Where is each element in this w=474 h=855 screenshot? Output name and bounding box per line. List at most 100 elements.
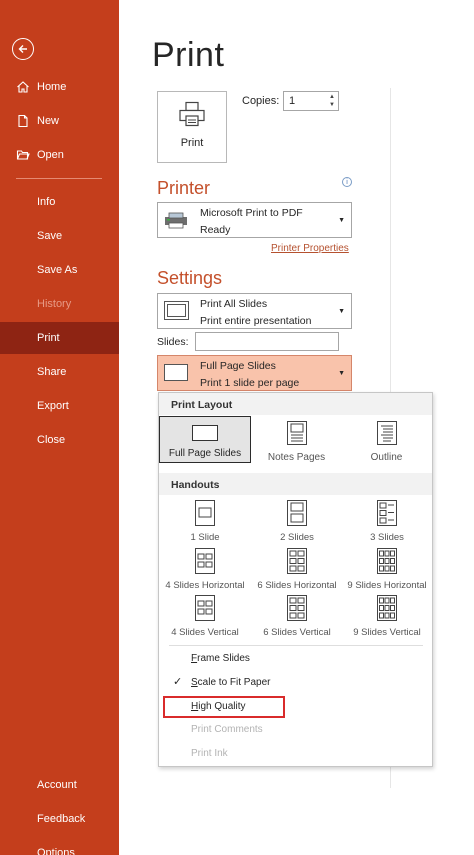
layout-label: Outline [370,452,403,463]
outline-icon [376,421,397,448]
print-layout-label: Full Page Slides [200,360,276,372]
four-slides-horizontal-icon [195,548,215,577]
all-slides-icon [164,301,190,324]
spin-down-icon[interactable]: ▼ [329,102,335,108]
print-layout-heading: Print Layout [171,399,233,411]
sidebar-item-options[interactable]: Options [0,838,119,855]
printer-name: Microsoft Print to PDF [200,207,303,219]
sidebar-item-history: History [0,289,119,319]
sidebar-item-label: Close [37,434,66,446]
handout-label: 9 Slides Horizontal [347,580,427,591]
handout-label: 6 Slides Vertical [263,627,331,638]
sidebar-divider [16,178,102,179]
sidebar-item-label: Info [37,196,56,208]
handout-4-slides-vertical[interactable]: 4 Slides Vertical [159,595,251,638]
printer-icon [178,101,206,132]
handout-1-slide[interactable]: 1 Slide [159,500,251,543]
sidebar-item-label: New [37,115,60,127]
back-arrow-icon[interactable] [12,38,34,60]
option-label: rame Slides [197,653,250,664]
full-page-slide-icon [164,364,188,385]
settings-heading: Settings [157,268,223,288]
slides-input[interactable] [195,332,339,351]
sidebar-item-save-as[interactable]: Save As [0,255,119,285]
handout-9-slides-horizontal[interactable]: 9 Slides Horizontal [343,548,431,591]
sidebar-item-export[interactable]: Export [0,391,119,421]
copies-spinner[interactable]: ▲ ▼ [328,93,336,109]
new-document-icon [16,114,36,128]
printer-info-icon[interactable]: i [342,177,352,187]
print-ink-option: Print Ink [191,748,228,759]
nine-slides-horizontal-icon [377,548,397,577]
dropdown-arrow-icon: ▼ [338,370,345,377]
slides-label: Slides: [157,336,189,348]
handout-label: 4 Slides Vertical [171,627,239,638]
printer-dropdown[interactable]: Microsoft Print to PDF Ready ▼ [157,202,352,238]
printer-properties-link[interactable]: Printer Properties [271,243,349,254]
handout-3-slides[interactable]: 3 Slides [343,500,431,543]
print-range-dropdown[interactable]: Print All Slides Print entire presentati… [157,293,352,329]
page-title: Print [152,36,225,74]
copies-input[interactable]: 1 ▲ ▼ [283,91,339,111]
print-range-label: Print All Slides [200,298,268,310]
sidebar-item-label: Options [37,847,75,855]
sidebar-item-label: Save As [37,264,78,276]
scale-to-fit-paper-option[interactable]: Scale to Fit Paper [191,677,270,688]
copies-value: 1 [289,95,296,107]
dropdown-arrow-icon: ▼ [338,308,345,315]
sidebar-item-label: History [37,298,72,310]
checkmark-icon: ✓ [173,676,183,688]
printer-device-icon [164,211,188,232]
print-button[interactable]: Print [157,91,227,163]
layout-outline[interactable]: Outline [344,421,429,463]
highlight-annotation-box [163,696,285,718]
handout-6-slides-vertical[interactable]: 6 Slides Vertical [251,595,343,638]
sidebar-item-share[interactable]: Share [0,357,119,387]
dropdown-arrow-icon: ▼ [338,217,345,224]
sidebar-item-new[interactable]: New [0,106,119,136]
handouts-heading: Handouts [171,479,220,491]
sidebar-item-feedback[interactable]: Feedback [0,804,119,834]
sidebar-item-label: Feedback [37,813,86,825]
handout-6-slides-horizontal[interactable]: 6 Slides Horizontal [251,548,343,591]
sidebar-item-open[interactable]: Open [0,140,119,170]
layout-notes-pages[interactable]: Notes Pages [254,421,339,463]
sidebar-item-save[interactable]: Save [0,221,119,251]
print-backstage: Home New Open Info Save Save As History [0,0,474,855]
sidebar-item-info[interactable]: Info [0,187,119,217]
option-label: cale to Fit Paper [197,677,271,688]
nine-slides-vertical-icon [377,595,397,624]
layout-label: Notes Pages [267,452,326,463]
sidebar-item-label: Save [37,230,63,242]
sidebar-item-label: Home [37,81,67,93]
handout-label: 1 Slide [190,532,220,543]
spin-up-icon[interactable]: ▲ [329,94,335,100]
handout-2-slides[interactable]: 2 Slides [251,500,343,543]
print-range-desc: Print entire presentation [200,315,312,327]
sidebar-item-label: Account [37,779,77,791]
layout-full-page-slides[interactable]: Full Page Slides [159,416,251,463]
sidebar-item-print[interactable]: Print [0,322,119,354]
handout-label: 3 Slides [370,532,404,543]
frame-slides-option[interactable]: Frame Slides [191,653,250,664]
handout-9-slides-vertical[interactable]: 9 Slides Vertical [343,595,431,638]
layout-label: Full Page Slides [168,448,242,459]
handout-label: 4 Slides Horizontal [165,580,245,591]
handout-label: 9 Slides Vertical [353,627,421,638]
print-layout-dropdown[interactable]: Full Page Slides Print 1 slide per page … [157,355,352,391]
one-slide-icon [195,500,215,529]
print-comments-option: Print Comments [191,724,263,735]
notes-pages-icon [286,421,307,448]
handout-label: 6 Slides Horizontal [257,580,337,591]
print-layout-desc: Print 1 slide per page [200,377,300,389]
printer-status: Ready [200,224,231,236]
full-page-slides-icon [192,425,218,444]
sidebar-item-home[interactable]: Home [0,72,119,102]
sidebar-item-label: Open [37,149,64,161]
copies-label: Copies: [242,95,280,107]
handout-4-slides-horizontal[interactable]: 4 Slides Horizontal [159,548,251,591]
sidebar-item-account[interactable]: Account [0,770,119,800]
printer-heading: Printer [157,178,211,198]
sidebar-item-close[interactable]: Close [0,425,119,455]
four-slides-vertical-icon [195,595,215,624]
